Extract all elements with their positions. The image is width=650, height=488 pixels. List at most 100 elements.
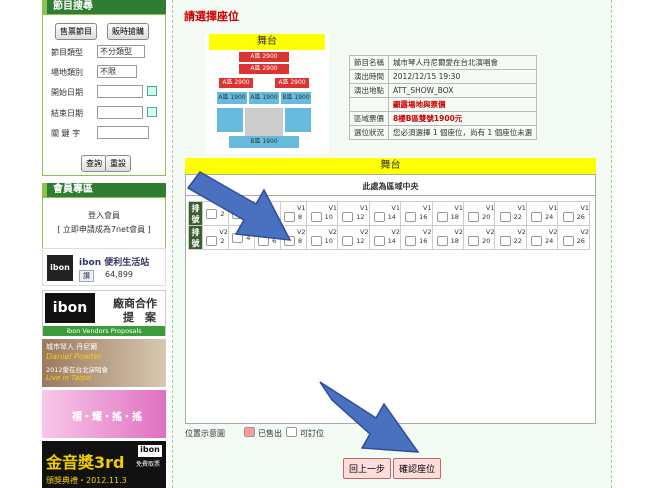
back-button[interactable]: 回上一步 xyxy=(343,458,392,479)
seat-cell[interactable]: V1 18 xyxy=(431,201,464,226)
seat-checkbox[interactable] xyxy=(342,212,354,222)
seat-cell[interactable]: V2 14 xyxy=(368,225,402,250)
seat-prefix: V2 xyxy=(328,228,338,236)
seat-cell[interactable]: V2 20 xyxy=(462,225,496,250)
venue-label: 場地類別 xyxy=(51,68,83,77)
seat-cell[interactable]: V2 10 xyxy=(305,225,339,250)
daniel-powter-banner[interactable]: 城市琴人 丹尼爾 Daniel Powter 2012愛在台北演唱會 Live … xyxy=(42,339,166,387)
map-zone[interactable]: A區 2900 xyxy=(219,78,253,88)
annotation-arrow xyxy=(319,381,420,453)
calendar-icon[interactable] xyxy=(147,107,157,117)
map-zone[interactable]: A區 1900 xyxy=(249,92,279,104)
tab-program[interactable]: 售票節目 xyxy=(55,23,97,40)
info-key: 區域票價 xyxy=(349,111,389,126)
ibon-page-name[interactable]: ibon 便利生活站 xyxy=(79,255,149,268)
seat-prefix: V1 xyxy=(328,204,338,212)
seat-checkbox[interactable] xyxy=(310,212,322,222)
seat-cell[interactable]: V2 16 xyxy=(400,225,433,250)
info-value: 城市琴人丹尼爾愛在台北演唱會 xyxy=(387,55,538,70)
seat-checkbox[interactable] xyxy=(468,236,480,246)
seat-checkbox[interactable] xyxy=(499,236,511,246)
seat-prefix: V1 xyxy=(359,204,369,212)
seat-cell[interactable]: V2 18 xyxy=(431,225,464,250)
map-zone[interactable]: A區 2900 xyxy=(275,78,309,88)
seat-checkbox[interactable] xyxy=(499,212,511,222)
seat-number: 24 xyxy=(545,237,554,245)
member-section: 會員專區 登入會員 [ 立即申請成為7net會員 ] xyxy=(42,183,166,249)
ad1-line1: 城市琴人 丹尼爾 xyxy=(46,343,98,351)
end-date-input[interactable] xyxy=(97,106,143,119)
reset-button[interactable]: 重設 xyxy=(105,155,131,172)
map-zone[interactable]: A區 2900 xyxy=(239,64,289,74)
map-zone-block[interactable] xyxy=(285,108,311,132)
seat-prefix: V1 xyxy=(391,204,401,212)
seat-status: 您必須選擇 1 個座位，尚有 1 個座位未選 xyxy=(387,125,538,140)
map-zone[interactable]: B區 1900 xyxy=(229,136,299,148)
seat-checkbox[interactable] xyxy=(531,212,543,222)
start-date-label: 開始日期 xyxy=(51,88,83,97)
seat-prefix: V1 xyxy=(454,204,463,212)
venue-price-link[interactable]: 顯露場地與票價 xyxy=(387,97,538,112)
page-title: 請選擇座位 xyxy=(184,10,239,23)
seat-number: 10 xyxy=(324,237,333,245)
tab-times[interactable]: 販時搶購 xyxy=(107,23,149,40)
map-zone[interactable]: B區 1900 xyxy=(281,92,311,104)
seat-cell[interactable]: V1 10 xyxy=(305,201,339,226)
keyword-label: 關 鍵 字 xyxy=(51,129,81,138)
seat-cell[interactable]: V1 24 xyxy=(525,201,559,226)
seat-cell[interactable]: V1 14 xyxy=(368,201,402,226)
seat-checkbox[interactable] xyxy=(310,236,322,246)
vendor-proposal-banner[interactable]: ibon 廠商合作 提 案 ibon Vendors Proposals xyxy=(42,290,166,336)
seat-checkbox[interactable] xyxy=(373,236,385,246)
seat-checkbox[interactable] xyxy=(436,236,448,246)
seat-checkbox[interactable] xyxy=(405,212,417,222)
map-zone[interactable]: A區 2900 xyxy=(239,52,289,62)
calendar-icon[interactable] xyxy=(147,86,157,96)
category-select[interactable]: 不分類型 xyxy=(97,45,145,58)
seat-cell[interactable]: V2 24 xyxy=(525,225,559,250)
seat-checkbox[interactable] xyxy=(468,212,480,222)
seat-cell[interactable]: V1 12 xyxy=(337,201,370,226)
dance-event-banner[interactable]: 褶・耀・搖・搖 xyxy=(42,390,166,438)
like-button[interactable]: 讚 xyxy=(79,270,94,282)
seat-checkbox[interactable] xyxy=(531,236,543,246)
ibon-fan-widget[interactable]: ibon ibon 便利生活站 讚 64,899 xyxy=(42,248,166,286)
confirm-seat-button[interactable]: 確認座位 xyxy=(393,458,442,479)
seat-checkbox[interactable] xyxy=(405,236,417,246)
seat-checkbox[interactable] xyxy=(562,212,574,222)
info-key: 演出時間 xyxy=(349,69,389,84)
signup-link[interactable]: [ 立即申請成為7net會員 ] xyxy=(43,224,165,235)
seat-number: 22 xyxy=(513,237,522,245)
ad1-line2: Daniel Powter xyxy=(46,352,102,361)
map-zone[interactable]: A區 1900 xyxy=(217,92,247,104)
seat-cell[interactable]: V1 22 xyxy=(494,201,527,226)
seat-checkbox[interactable] xyxy=(373,212,385,222)
seat-cell[interactable]: V2 26 xyxy=(557,225,590,250)
login-link[interactable]: 登入會員 xyxy=(43,210,165,221)
ad1-line4: Live in Taipei xyxy=(46,374,92,382)
venue-select[interactable]: 不限 xyxy=(97,65,137,78)
seat-checkbox[interactable] xyxy=(342,236,354,246)
seat-checkbox[interactable] xyxy=(562,236,574,246)
golden-melody-banner[interactable]: 金音獎3rd ibon 免費取票 頒獎典禮・2012.11.3 xyxy=(42,441,166,488)
available-seat-icon xyxy=(286,427,297,437)
info-key: 演出地點 xyxy=(349,83,389,98)
ibon-logo: ibon xyxy=(47,255,73,281)
info-key: 選位狀況 xyxy=(349,125,389,140)
map-zone-block[interactable] xyxy=(217,108,243,132)
seat-number: 20 xyxy=(482,213,491,221)
seat-cell[interactable]: V1 16 xyxy=(400,201,433,226)
seat-cell[interactable]: V1 26 xyxy=(557,201,590,226)
search-button[interactable]: 查詢 xyxy=(81,155,107,172)
ad3-date: 頒獎典禮・2012.11.3 xyxy=(46,476,127,485)
seat-number: 8 xyxy=(298,213,303,221)
start-date-input[interactable] xyxy=(97,85,143,98)
seat-cell[interactable]: V1 20 xyxy=(462,201,496,226)
seat-prefix: V2 xyxy=(454,228,463,236)
seat-checkbox[interactable] xyxy=(436,212,448,222)
partner-line2: 提 案 xyxy=(123,311,156,324)
seat-cell[interactable]: V2 12 xyxy=(337,225,370,250)
seat-cell[interactable]: V2 22 xyxy=(494,225,527,250)
keyword-input[interactable] xyxy=(97,126,149,139)
seat-number: 16 xyxy=(419,213,428,221)
